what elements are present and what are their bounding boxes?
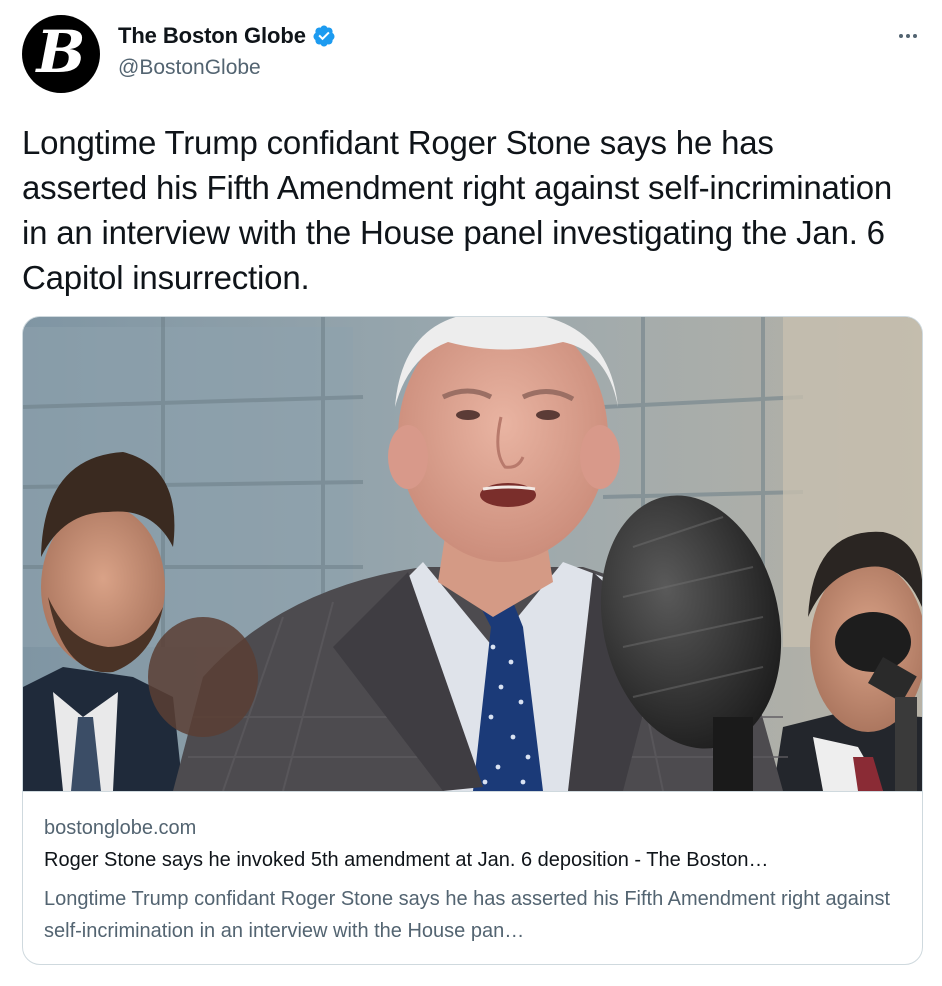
card-domain: bostonglobe.com: [44, 817, 197, 839]
tweet-text: Longtime Trump confidant Roger Stone say…: [22, 124, 893, 296]
card-divider: [23, 791, 922, 792]
boston-globe-logo-icon: B: [36, 18, 86, 86]
more-horizontal-icon-dot: [913, 34, 917, 38]
more-options-button[interactable]: [892, 22, 924, 50]
card-image[interactable]: [23, 317, 922, 791]
tweet: B The Boston Globe @BostonGlobe Longtime…: [0, 0, 942, 986]
author-name-row: The Boston Globe: [118, 22, 336, 50]
display-name[interactable]: The Boston Globe: [118, 23, 306, 49]
more-horizontal-icon: [899, 34, 903, 38]
avatar[interactable]: B: [22, 15, 100, 93]
more-horizontal-icon-dot: [906, 34, 910, 38]
verified-badge-icon: [313, 25, 335, 47]
card-description: Longtime Trump confidant Roger Stone say…: [44, 888, 891, 942]
handle[interactable]: @BostonGlobe: [118, 56, 261, 80]
link-card[interactable]: bostonglobe.com Roger Stone says he invo…: [22, 316, 923, 965]
card-title: Roger Stone says he invoked 5th amendmen…: [44, 849, 769, 871]
news-photo: [23, 317, 922, 791]
